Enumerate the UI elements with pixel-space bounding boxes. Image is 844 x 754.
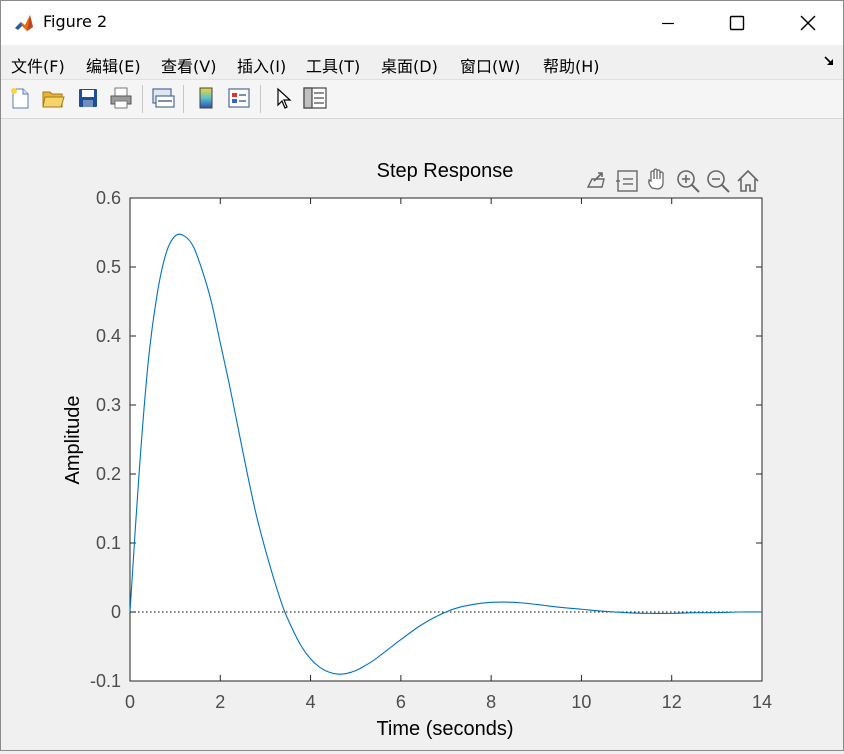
save-icon [79, 89, 97, 107]
matlab-logo-icon [13, 13, 35, 35]
print-button[interactable] [107, 83, 135, 113]
y-tick-label: 0.1 [96, 533, 121, 553]
brush-icon[interactable] [616, 170, 638, 192]
edit-plot-button[interactable] [269, 83, 297, 113]
menu-tools[interactable]: 工具(T) [306, 53, 360, 77]
figure-canvas: 0 2 4 6 8 10 12 14 -0.1 0 0.1 0.2 0.3 0.4 0.5 0.6 Step … [1, 119, 843, 750]
x-tick-label: 6 [396, 692, 406, 712]
link-plot-button[interactable] [149, 83, 177, 113]
figure-toolbar [1, 80, 843, 119]
step-response-plot: 0 2 4 6 8 10 12 14-0.100.10.20.30.40.50.6 Step … [62, 160, 772, 740]
y-tick-label: 0.4 [96, 326, 121, 346]
window-title: Figure 2 [43, 12, 108, 31]
title-bar[interactable]: Figure 2 [1, 1, 843, 45]
property-inspector-icon [303, 87, 327, 109]
dock-arrow-icon[interactable] [823, 55, 835, 67]
axes-toolbar [586, 168, 759, 193]
y-tick-label: 0 [111, 602, 121, 622]
figure-window: Figure 2 文件(F) 编辑(E) 查看(V) 插入(I) 工具(T) 桌… [0, 0, 844, 751]
toolbar-separator [183, 85, 184, 113]
chart-title: Step Response [377, 160, 514, 182]
print-icon [110, 87, 132, 109]
toolbar-separator [260, 85, 261, 113]
new-figure-button[interactable] [6, 83, 34, 113]
x-tick-label: 12 [662, 692, 682, 712]
axes-box [129, 197, 763, 682]
menu-desktop[interactable]: 桌面(D) [381, 53, 438, 77]
pan-hand-icon[interactable] [648, 168, 664, 190]
minimize-button[interactable] [645, 1, 691, 45]
open-file-button[interactable] [39, 83, 67, 113]
x-tick-label: 10 [571, 692, 591, 712]
y-tick-label: 0.5 [96, 257, 121, 277]
close-icon [800, 15, 816, 31]
y-tick-label: -0.1 [90, 671, 121, 691]
menu-file[interactable]: 文件(F) [11, 53, 65, 77]
export-icon[interactable] [586, 172, 605, 188]
x-tick-label: 4 [306, 692, 316, 712]
y-tick-label: 0.2 [96, 464, 121, 484]
toolbar-separator [142, 85, 143, 113]
y-tick-label: 0.6 [96, 188, 121, 208]
zoom-in-icon[interactable] [677, 170, 700, 193]
x-axis-label: Time (seconds) [376, 718, 513, 740]
legend-button[interactable] [225, 83, 253, 113]
minimize-icon [662, 22, 674, 25]
colorbar-icon [199, 87, 213, 109]
menu-insert[interactable]: 插入(I) [237, 53, 286, 77]
x-tick-label: 14 [752, 692, 772, 712]
zoom-out-icon[interactable] [707, 170, 730, 193]
menu-help[interactable]: 帮助(H) [543, 53, 600, 77]
legend-icon [228, 88, 250, 108]
new-figure-icon [11, 88, 29, 109]
maximize-icon [729, 15, 745, 31]
home-icon[interactable] [737, 169, 759, 192]
close-button[interactable] [785, 1, 831, 45]
open-folder-icon [42, 91, 65, 108]
y-axis-label: Amplitude [62, 396, 84, 485]
edit-plot-pointer-icon [277, 87, 292, 109]
menu-bar: 文件(F) 编辑(E) 查看(V) 插入(I) 工具(T) 桌面(D) 窗口(W… [1, 45, 843, 80]
colorbar-button[interactable] [192, 83, 220, 113]
menu-view[interactable]: 查看(V) [161, 53, 216, 77]
property-inspector-button[interactable] [301, 83, 329, 113]
save-button[interactable] [74, 83, 102, 113]
maximize-button[interactable] [714, 1, 760, 45]
x-tick-label: 8 [486, 692, 496, 712]
menu-window[interactable]: 窗口(W) [460, 53, 520, 77]
link-plot-icon [152, 88, 175, 108]
menu-edit[interactable]: 编辑(E) [86, 53, 141, 77]
y-tick-label: 0.3 [96, 395, 121, 415]
x-tick-label: 0 [125, 692, 135, 712]
x-tick-label: 2 [215, 692, 225, 712]
